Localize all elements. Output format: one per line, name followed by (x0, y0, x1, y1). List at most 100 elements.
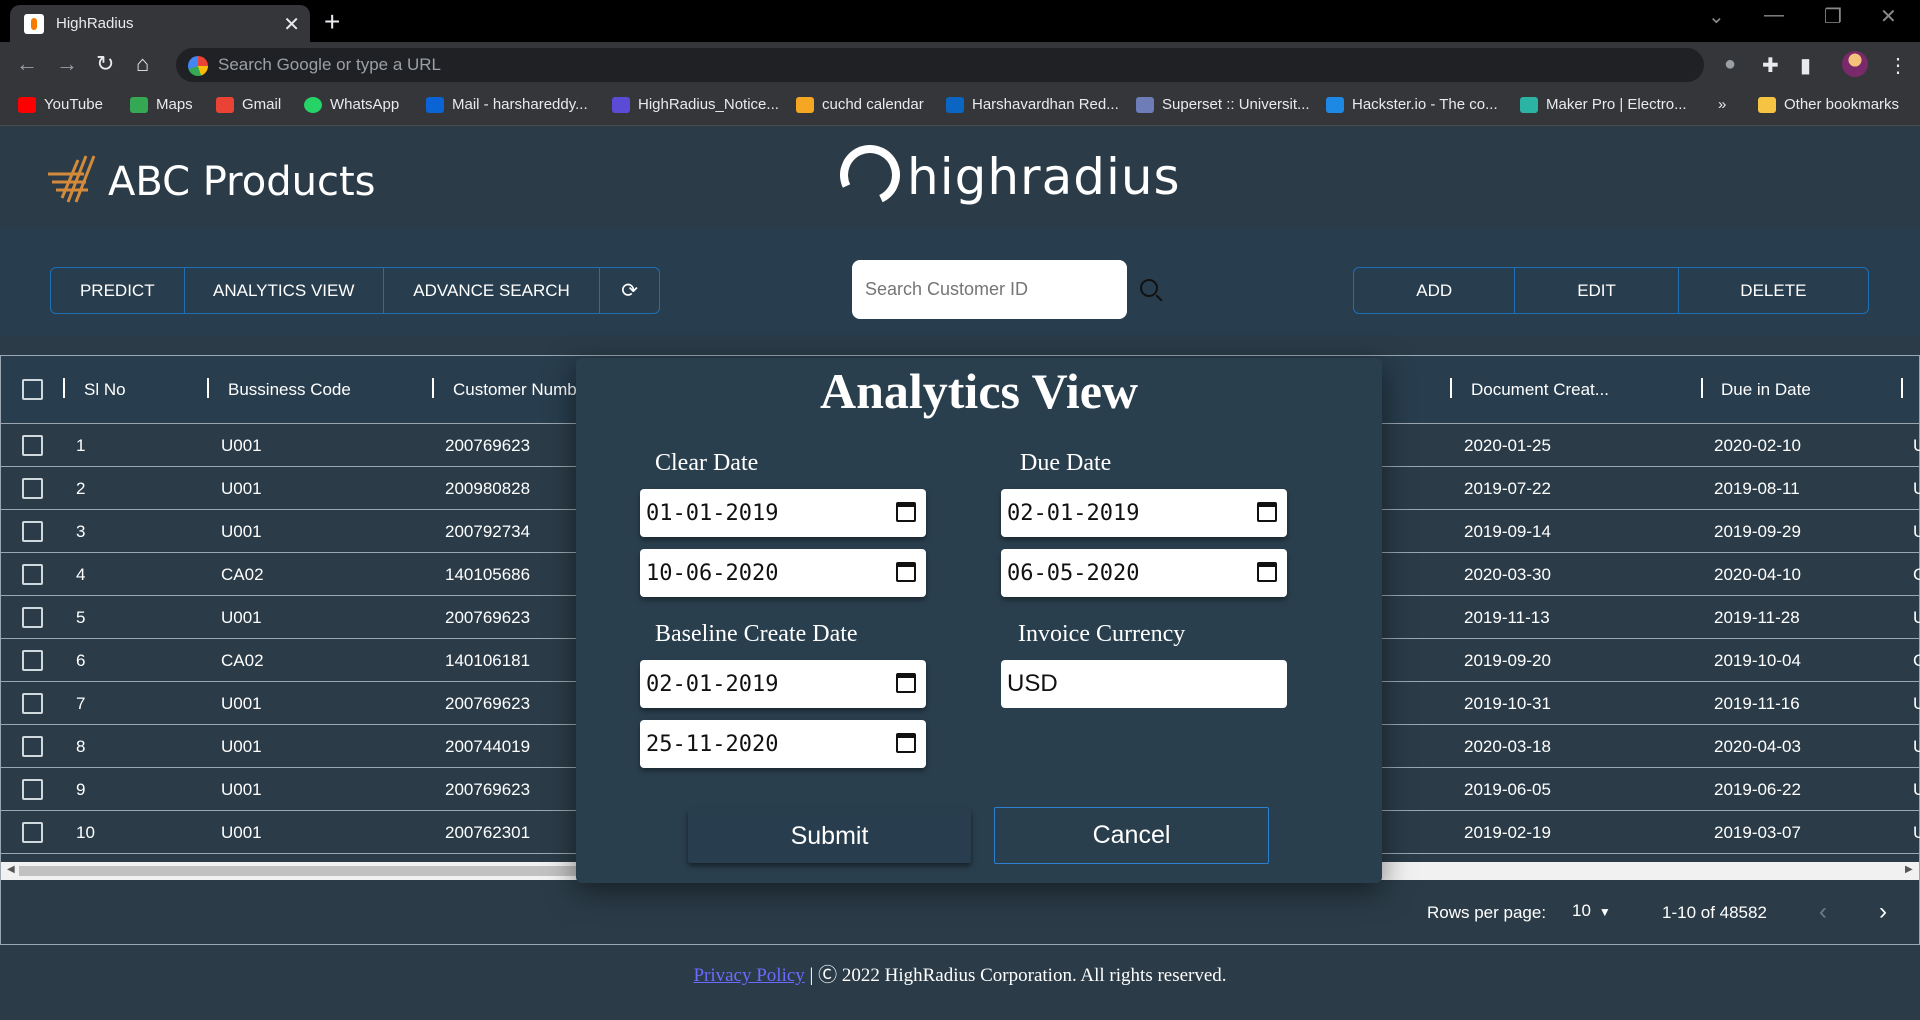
browser-tab[interactable]: HighRadius ✕ (10, 5, 310, 42)
bookmark-youtube[interactable]: YouTube (18, 96, 103, 113)
clear-date-from-input[interactable]: 01-01-2019 (640, 489, 926, 537)
calendar-icon[interactable] (896, 562, 916, 582)
due-date-to-input[interactable]: 06-05-2020 (1001, 549, 1287, 597)
row-checkbox[interactable] (22, 736, 43, 757)
baseline-date-to-input[interactable]: 25-11-2020 (640, 720, 926, 768)
page-footer: Privacy Policy | Ⓒ 2022 HighRadius Corpo… (0, 960, 1920, 987)
header-due-in-date[interactable]: Due in Date (1721, 380, 1811, 400)
row-checkbox[interactable] (22, 650, 43, 671)
predict-button[interactable]: PREDICT (51, 268, 185, 313)
scroll-right-icon[interactable]: ▶ (1905, 864, 1913, 875)
new-tab-icon[interactable]: + (324, 6, 340, 38)
bookmark-gmail[interactable]: Gmail (216, 96, 281, 113)
row-checkbox[interactable] (22, 822, 43, 843)
cancel-button[interactable]: Cancel (994, 807, 1269, 864)
cell-sl-no: 1 (76, 436, 86, 455)
search-icon[interactable] (1140, 279, 1158, 297)
calendar-icon[interactable] (896, 502, 916, 522)
profile-avatar[interactable] (1842, 51, 1868, 77)
add-button[interactable]: ADD (1354, 268, 1516, 313)
analytics-view-button[interactable]: ANALYTICS VIEW (185, 268, 384, 313)
row-checkbox[interactable] (22, 564, 43, 585)
row-checkbox[interactable] (22, 521, 43, 542)
close-window-icon[interactable]: ✕ (1880, 4, 1897, 29)
scroll-left-icon[interactable]: ◀ (7, 864, 15, 875)
rows-per-page-select[interactable]: 10 ▼ (1572, 901, 1611, 921)
scrollbar-thumb[interactable] (19, 866, 579, 876)
cell-sl-no: 9 (76, 780, 86, 799)
column-separator[interactable] (63, 378, 65, 398)
row-checkbox[interactable] (22, 693, 43, 714)
calendar-icon[interactable] (896, 673, 916, 693)
bookmark-linkedin[interactable]: Harshavardhan Red... (946, 96, 1119, 113)
bookmark-maps[interactable]: Maps (130, 96, 193, 113)
cell-customer-number: 200769623 (445, 608, 531, 627)
restore-icon[interactable]: ❐ (1824, 4, 1842, 29)
home-icon[interactable]: ⌂ (136, 51, 149, 77)
select-all-checkbox[interactable] (22, 379, 43, 400)
bookmark-highradius-notice[interactable]: HighRadius_Notice... (612, 96, 779, 113)
bookmark-hackster[interactable]: Hackster.io - The co... (1326, 96, 1498, 113)
more-bookmarks-button[interactable]: » (1718, 96, 1726, 113)
highradius-logo-icon (831, 136, 909, 214)
calendar-icon[interactable] (1257, 562, 1277, 582)
row-checkbox[interactable] (22, 478, 43, 499)
other-bookmarks[interactable]: Other bookmarks (1758, 96, 1899, 113)
column-separator[interactable] (1701, 378, 1703, 398)
minimize-icon[interactable]: — (1764, 4, 1784, 27)
header-customer-number[interactable]: Customer Numb (453, 380, 577, 400)
lock-icon[interactable]: ● (1724, 53, 1736, 76)
back-icon[interactable]: ← (16, 51, 38, 77)
edit-button[interactable]: EDIT (1515, 268, 1679, 313)
tab-search-icon[interactable]: ⌄ (1708, 4, 1725, 29)
delete-button[interactable]: DELETE (1679, 268, 1868, 313)
column-separator[interactable] (1450, 378, 1452, 398)
row-checkbox[interactable] (22, 607, 43, 628)
cell-customer-number: 140105686 (445, 565, 531, 584)
reload-icon[interactable]: ↻ (96, 51, 114, 77)
column-separator[interactable] (432, 378, 434, 398)
search-customer-input[interactable] (852, 260, 1127, 319)
calendar-icon[interactable] (1257, 502, 1277, 522)
side-panel-icon[interactable]: ▮ (1800, 53, 1811, 78)
cell-customer-number: 200980828 (445, 479, 531, 498)
cell-business-code: U001 (221, 479, 262, 498)
submit-button[interactable]: Submit (688, 809, 971, 863)
refresh-button[interactable]: ⟳ (600, 268, 659, 313)
cell-due-in-date: 2019-11-16 (1714, 694, 1800, 713)
cell-business-code: U001 (221, 436, 262, 455)
row-checkbox[interactable] (22, 435, 43, 456)
next-page-icon[interactable]: › (1879, 898, 1887, 926)
dialog-title: Analytics View (819, 363, 1139, 419)
bookmark-whatsapp[interactable]: WhatsApp (304, 96, 399, 113)
baseline-date-from-input[interactable]: 02-01-2019 (640, 660, 926, 708)
cell-document-create: 2019-11-13 (1464, 608, 1550, 627)
row-checkbox[interactable] (22, 779, 43, 800)
calendar-icon[interactable] (896, 733, 916, 753)
bookmark-maker-pro[interactable]: Maker Pro | Electro... (1520, 96, 1687, 113)
bookmark-cuchd-calendar[interactable]: cuchd calendar (796, 96, 924, 113)
previous-page-icon[interactable]: ‹ (1819, 898, 1827, 926)
address-bar[interactable]: Search Google or type a URL (176, 48, 1704, 82)
close-tab-icon[interactable]: ✕ (283, 12, 300, 37)
cell-document-create: 2019-06-05 (1464, 780, 1551, 799)
privacy-policy-link[interactable]: Privacy Policy (693, 965, 804, 986)
cell-due-in-date: 2020-02-10 (1714, 436, 1801, 455)
clear-date-to-input[interactable]: 10-06-2020 (640, 549, 926, 597)
bookmark-mail[interactable]: Mail - harshareddy... (426, 96, 588, 113)
menu-icon[interactable]: ⋮ (1888, 53, 1908, 78)
forward-icon[interactable]: → (56, 51, 78, 77)
bookmark-superset[interactable]: Superset :: Universit... (1136, 96, 1310, 113)
advance-search-button[interactable]: ADVANCE SEARCH (384, 268, 601, 313)
invoice-currency-input[interactable]: USD (1001, 660, 1287, 708)
column-separator[interactable] (207, 378, 209, 398)
cell-document-create: 2020-03-30 (1464, 565, 1551, 584)
extensions-icon[interactable]: ✚ (1762, 53, 1779, 78)
header-business-code[interactable]: Bussiness Code (228, 380, 351, 400)
header-sl-no[interactable]: Sl No (84, 380, 126, 400)
column-separator[interactable] (1901, 378, 1903, 398)
linkedin-icon (946, 96, 964, 113)
header-document-create[interactable]: Document Creat... (1471, 380, 1609, 400)
due-date-from-input[interactable]: 02-01-2019 (1001, 489, 1287, 537)
calendar-icon (796, 96, 814, 113)
